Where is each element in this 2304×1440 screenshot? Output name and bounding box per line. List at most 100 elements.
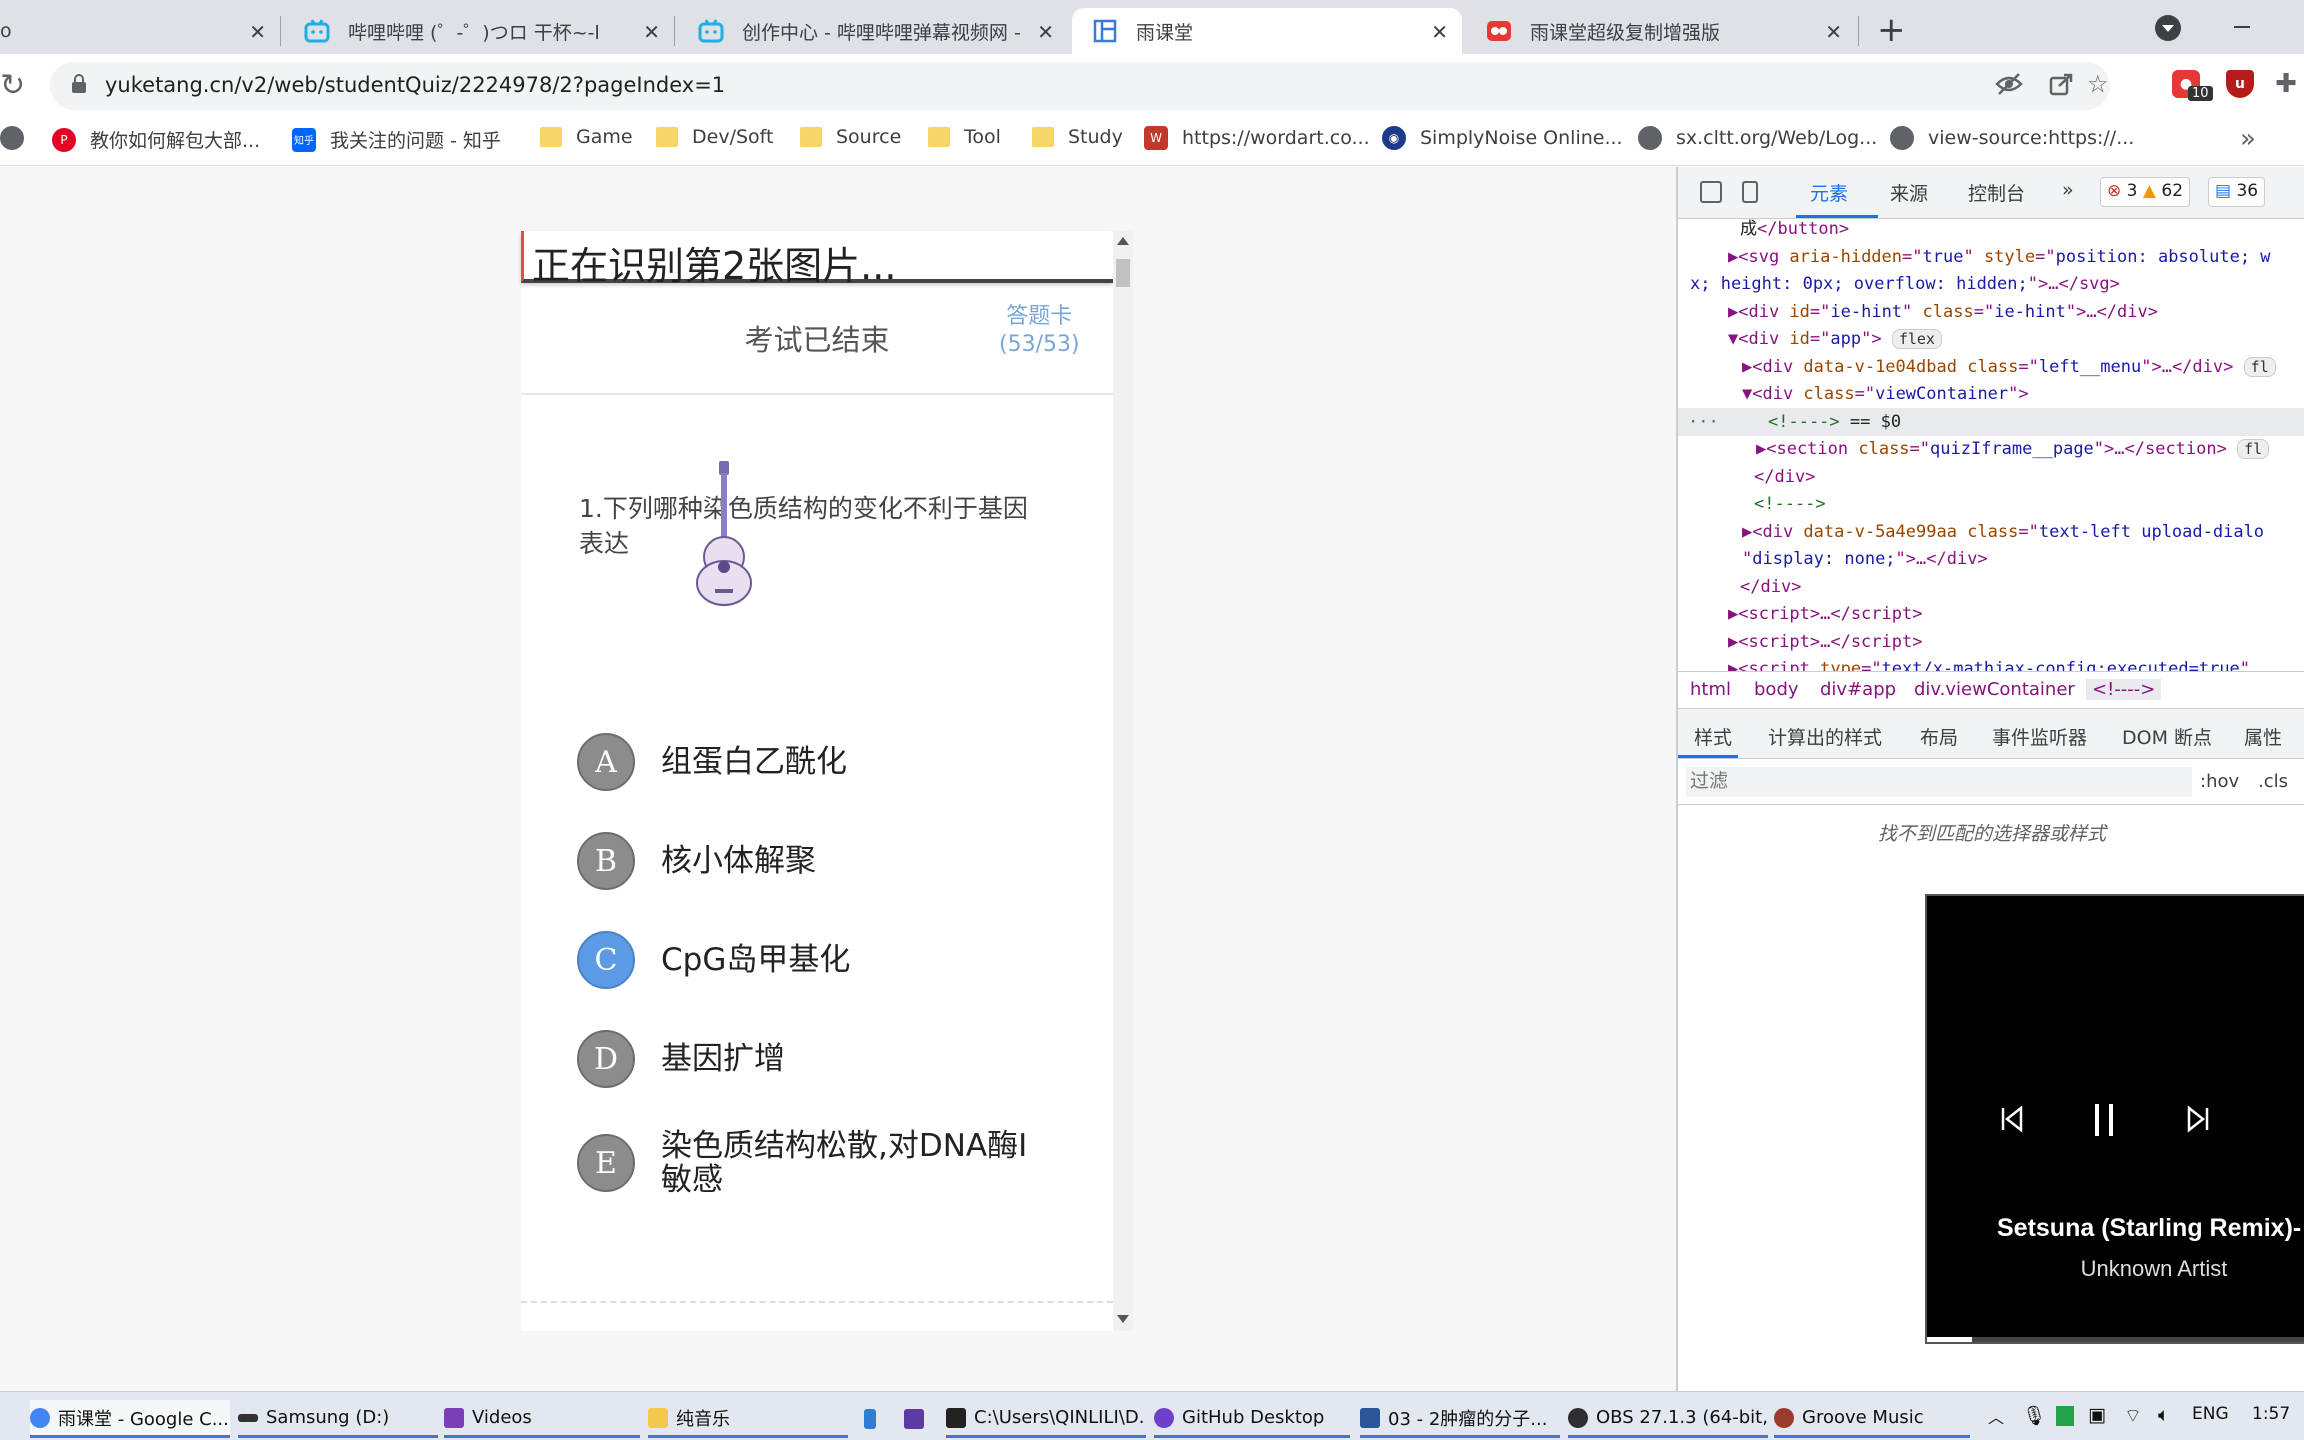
taskbar-app[interactable] bbox=[904, 1400, 934, 1438]
bookmark-item[interactable]: view-source:https://... bbox=[1890, 126, 2134, 150]
breadcrumb-comment[interactable]: <!----> bbox=[2086, 679, 2162, 700]
address-bar[interactable]: yuketang.cn/v2/web/studentQuiz/2224978/2… bbox=[50, 62, 2110, 110]
dom-node-line[interactable]: "display: none;">…</div> bbox=[1678, 545, 2304, 573]
power-icon[interactable]: ▣ bbox=[2088, 1404, 2106, 1426]
tab-close-icon[interactable]: ✕ bbox=[249, 20, 266, 44]
quiz-scrollbar[interactable] bbox=[1113, 231, 1133, 1331]
scroll-down-icon[interactable] bbox=[1117, 1315, 1129, 1323]
styles-filter-input[interactable] bbox=[1686, 767, 2192, 797]
devtools-messages-badge[interactable]: ▤ 36 bbox=[2208, 177, 2266, 207]
bookmark-folder-game[interactable]: Game bbox=[540, 126, 633, 148]
dom-node-line[interactable]: ··· <!----> == $0 bbox=[1678, 407, 2304, 436]
dom-node-line[interactable]: x; height: 0px; overflow: hidden;">…</sv… bbox=[1678, 270, 2304, 298]
breadcrumb-viewcontainer[interactable]: div.viewContainer bbox=[1914, 679, 2075, 700]
dom-node-line[interactable]: ▶<script>…</script> bbox=[1678, 628, 2304, 656]
dom-node-line[interactable]: 成</button> bbox=[1678, 219, 2304, 243]
bookmarks-more-button[interactable]: » bbox=[2240, 124, 2256, 154]
tab-close-icon[interactable]: ✕ bbox=[1431, 20, 1448, 44]
devtools-tab-sources[interactable]: 来源 bbox=[1890, 179, 1928, 206]
option-a[interactable]: A 组蛋白乙酰化 bbox=[577, 733, 1041, 791]
option-b[interactable]: B 核小体解聚 bbox=[577, 832, 1041, 890]
dom-node-line[interactable]: </div> bbox=[1678, 573, 2304, 601]
dom-node-line[interactable]: ▼<div id="app"> flex bbox=[1678, 325, 2304, 353]
share-icon[interactable] bbox=[2048, 72, 2074, 102]
dom-node-line[interactable]: ▶<svg aria-hidden="true" style="position… bbox=[1678, 243, 2304, 271]
dom-node-line[interactable]: ▶<script type="text/x-mathjax-config;exe… bbox=[1678, 655, 2304, 671]
dom-node-line[interactable]: <!----> bbox=[1678, 490, 2304, 518]
inspect-element-icon[interactable] bbox=[1700, 181, 1722, 203]
wifi-icon[interactable]: ⌔ bbox=[2124, 1404, 2142, 1428]
previous-track-icon[interactable] bbox=[1997, 1102, 2027, 1143]
styles-tab-computed[interactable]: 计算出的样式 bbox=[1768, 723, 1882, 750]
bookmark-folder-study[interactable]: Study bbox=[1032, 126, 1123, 148]
pause-icon[interactable] bbox=[2089, 1102, 2119, 1147]
device-toggle-icon[interactable] bbox=[1742, 181, 1758, 203]
reload-icon[interactable]: ↻ bbox=[0, 68, 25, 103]
dom-node-line[interactable]: ▶<div data-v-5a4e99aa class="text-left u… bbox=[1678, 518, 2304, 546]
tab-yuketang-copy[interactable]: 雨课堂超级复制增强版 ✕ bbox=[1466, 8, 1856, 54]
breadcrumb-html[interactable]: html bbox=[1690, 679, 1731, 700]
dom-node-line[interactable]: ▶<script>…</script> bbox=[1678, 600, 2304, 628]
dom-node-line[interactable]: </div> bbox=[1678, 463, 2304, 491]
breadcrumb-body[interactable]: body bbox=[1754, 679, 1799, 700]
bookmark-unknown[interactable] bbox=[0, 126, 38, 150]
taskbar-samsung-drive[interactable]: Samsung (D:) bbox=[238, 1400, 438, 1438]
extensions-puzzle-icon[interactable]: ✚ bbox=[2272, 69, 2300, 99]
taskbar-terminal[interactable]: C:\Users\QINLILI\D... bbox=[946, 1400, 1146, 1438]
option-c[interactable]: C CpG岛甲基化 bbox=[577, 931, 1041, 989]
taskbar-phone[interactable] bbox=[864, 1400, 894, 1438]
styles-tab-event-listeners[interactable]: 事件监听器 bbox=[1992, 723, 2087, 750]
lock-icon[interactable] bbox=[72, 74, 86, 94]
devtools-issues-badge[interactable]: ⊗ 3 ▲ 62 bbox=[2100, 177, 2191, 207]
taskbar-music-folder[interactable]: 纯音乐 bbox=[648, 1400, 848, 1438]
next-track-icon[interactable] bbox=[2183, 1102, 2213, 1143]
microphone-icon[interactable]: 🎙︎ bbox=[2022, 1404, 2046, 1427]
bookmark-item[interactable]: ◉ SimplyNoise Online... bbox=[1382, 126, 1623, 150]
scroll-up-icon[interactable] bbox=[1117, 237, 1129, 245]
ublock-icon[interactable]: u bbox=[2226, 70, 2254, 98]
tab-bilibili[interactable]: 哔哩哔哩 (゜-゜)つロ 干杯~-bilibili ✕ bbox=[284, 8, 674, 54]
styles-tab-properties[interactable]: 属性 bbox=[2244, 723, 2282, 750]
scroll-thumb[interactable] bbox=[1116, 259, 1130, 287]
clock[interactable]: 1:57 bbox=[2252, 1404, 2290, 1424]
tab-close-icon[interactable]: ✕ bbox=[1825, 20, 1842, 44]
new-tab-button[interactable]: + bbox=[1877, 10, 1906, 50]
url-text[interactable]: yuketang.cn/v2/web/studentQuiz/2224978/2… bbox=[105, 73, 725, 97]
breadcrumb-app[interactable]: div#app bbox=[1820, 679, 1896, 700]
styles-tab-styles[interactable]: 样式 bbox=[1694, 723, 1732, 750]
tab-0[interactable]: o ✕ bbox=[0, 8, 280, 54]
option-d[interactable]: D 基因扩增 bbox=[577, 1030, 1041, 1088]
option-e[interactable]: E 染色质结构松散,对DNA酶I敏感 bbox=[577, 1129, 1041, 1197]
eye-off-icon[interactable] bbox=[1995, 72, 2023, 102]
devtools-tab-elements[interactable]: 元素 bbox=[1810, 179, 1848, 206]
cls-toggle[interactable]: .cls bbox=[2258, 771, 2288, 792]
taskbar-groove-music[interactable]: Groove Music bbox=[1774, 1400, 1970, 1438]
tab-creator-center[interactable]: 创作中心 - 哔哩哔哩弹幕视频网 - ✕ bbox=[678, 8, 1068, 54]
bookmark-star-icon[interactable]: ☆ bbox=[2087, 70, 2109, 98]
devtools-tab-console[interactable]: 控制台 bbox=[1968, 179, 2025, 206]
tab-close-icon[interactable]: ✕ bbox=[643, 20, 660, 44]
bookmark-folder-tool[interactable]: Tool bbox=[928, 126, 1001, 148]
tab-yuketang[interactable]: 雨课堂 ✕ bbox=[1072, 8, 1462, 54]
taskbar-videos[interactable]: Videos bbox=[444, 1400, 640, 1438]
tab-search-icon[interactable] bbox=[2155, 15, 2181, 41]
dom-node-line[interactable]: ▶<div id="ie-hint" class="ie-hint">…</di… bbox=[1678, 298, 2304, 326]
answer-card-button[interactable]: 答题卡 (53/53) bbox=[999, 303, 1080, 359]
taskbar-chrome[interactable]: 雨课堂 - Google C... bbox=[30, 1400, 230, 1438]
bookmark-folder-source[interactable]: Source bbox=[800, 126, 901, 148]
tab-close-icon[interactable]: ✕ bbox=[1037, 20, 1054, 44]
minimize-icon[interactable] bbox=[2234, 26, 2250, 28]
bookmark-item[interactable]: Whttps://wordart.co... bbox=[1144, 126, 1370, 150]
bookmark-folder-devsoft[interactable]: Dev/Soft bbox=[656, 126, 773, 148]
bookmark-item[interactable]: sx.cltt.org/Web/Log... bbox=[1638, 126, 1877, 150]
bookmark-item[interactable]: 知乎 我关注的问题 - 知乎 bbox=[292, 126, 501, 153]
styles-tab-layout[interactable]: 布局 bbox=[1920, 723, 1958, 750]
taskbar-obs[interactable]: OBS 27.1.3 (64-bit,... bbox=[1568, 1400, 1768, 1438]
taskbar-word[interactable]: 03 - 2肿瘤的分子... bbox=[1360, 1400, 1560, 1438]
dom-node-line[interactable]: ▶<div data-v-1e04dbad class="left__menu"… bbox=[1678, 353, 2304, 381]
playback-progress[interactable] bbox=[1927, 1337, 2304, 1342]
hov-toggle[interactable]: :hov bbox=[2200, 771, 2239, 792]
styles-tab-dom-breakpoints[interactable]: DOM 断点 bbox=[2122, 723, 2212, 750]
volume-icon[interactable]: 🔈︎ bbox=[2158, 1404, 2169, 1426]
battery-app-icon[interactable] bbox=[2056, 1406, 2074, 1426]
